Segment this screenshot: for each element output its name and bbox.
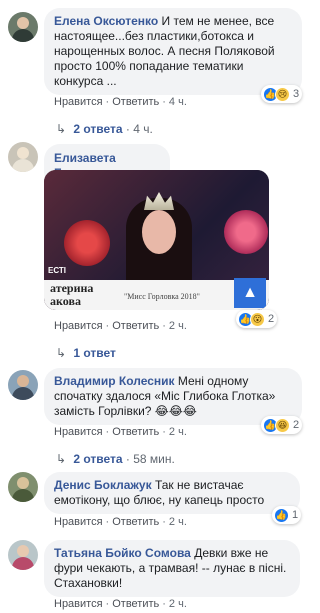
view-replies[interactable]: ↳ 2 ответа · 58 мин. (56, 452, 175, 466)
reply-arrow-icon: ↳ (56, 346, 67, 360)
reaction-count: 1 (292, 509, 299, 521)
like-link[interactable]: Нравится (54, 426, 103, 438)
comment-time[interactable]: 2 ч. (169, 426, 187, 438)
reaction-summary[interactable]: 👍 😮 2 (236, 310, 278, 328)
comment-time[interactable]: 2 ч. (169, 516, 187, 528)
photo-caption-tag: "Мисс Горловка 2018" (124, 292, 200, 301)
comment-actions: Нравится · Ответить · 4 ч. (54, 96, 187, 108)
channel-logo: ЕСТІ (48, 266, 67, 275)
emoji-face-icon: 😢 (275, 86, 290, 102)
comment-actions: Нравится · Ответить · 2 ч. (54, 320, 187, 332)
comment-bubble: Елена Оксютенко И тем не менее, все наст… (44, 8, 302, 95)
reply-arrow-icon: ↳ (56, 122, 67, 136)
avatar[interactable] (8, 540, 38, 570)
photo-caption-name: атерина акова (50, 281, 94, 308)
reaction-count: 2 (268, 313, 275, 325)
attached-photo[interactable]: ЕСТІ атерина акова "Мисс Горловка 2018" … (44, 170, 269, 310)
comment-bubble: Денис Боклажук Так не вистачає емотікону… (44, 472, 300, 514)
emoji-face-icon: 😆 (275, 417, 290, 433)
comment-actions: Нравится · Ответить · 2 ч. (54, 598, 187, 610)
avatar[interactable] (8, 370, 38, 400)
comment-author[interactable]: Владимир Колесник (54, 374, 175, 388)
reply-link[interactable]: Ответить (112, 426, 159, 438)
view-replies[interactable]: ↳ 1 ответ (56, 346, 116, 360)
comment-time[interactable]: 2 ч. (169, 320, 187, 332)
reaction-summary[interactable]: 👍 😆 2 (261, 416, 303, 434)
arrow-up-icon: ▲ (234, 278, 266, 308)
like-link[interactable]: Нравится (54, 96, 103, 108)
comment-actions: Нравится · Ответить · 2 ч. (54, 516, 187, 528)
reply-link[interactable]: Ответить (112, 320, 159, 332)
comment-bubble: Владимир Колесник Мені одному спочатку з… (44, 368, 302, 425)
like-link[interactable]: Нравится (54, 598, 103, 610)
reaction-summary[interactable]: 👍 1 (272, 506, 302, 524)
like-link[interactable]: Нравится (54, 320, 103, 332)
avatar[interactable] (8, 12, 38, 42)
avatar[interactable] (8, 142, 38, 172)
reaction-summary[interactable]: 👍 😢 3 (261, 85, 303, 103)
comment-author[interactable]: Елена Оксютенко (54, 14, 158, 28)
comment-author[interactable]: Денис Боклажук (54, 478, 152, 492)
comment-time[interactable]: 4 ч. (169, 96, 187, 108)
comment-time[interactable]: 2 ч. (169, 598, 187, 610)
comment-bubble: Татьяна Бойко Сомова Девки вже не фури ч… (44, 540, 300, 597)
view-replies[interactable]: ↳ 2 ответа · 4 ч. (56, 122, 153, 136)
reply-link[interactable]: Ответить (112, 96, 159, 108)
thumbs-up-icon: 👍 (274, 507, 289, 523)
reaction-count: 2 (293, 419, 300, 431)
comment-actions: Нравится · Ответить · 2 ч. (54, 426, 187, 438)
reply-arrow-icon: ↳ (56, 452, 67, 466)
reply-link[interactable]: Ответить (112, 598, 159, 610)
reaction-count: 3 (293, 88, 300, 100)
emoji-face-icon: 😮 (250, 311, 265, 327)
reply-link[interactable]: Ответить (112, 516, 159, 528)
like-link[interactable]: Нравится (54, 516, 103, 528)
avatar[interactable] (8, 472, 38, 502)
comment-author[interactable]: Татьяна Бойко Сомова (54, 546, 191, 560)
